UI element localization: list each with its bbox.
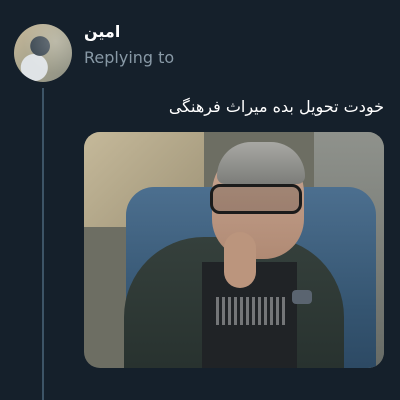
glasses <box>210 184 302 214</box>
hair <box>217 142 305 184</box>
thread-connector-line <box>42 88 44 400</box>
wrist-watch <box>292 290 312 304</box>
tweet-text: خودت تحویل بده میراث فرهنگی <box>168 97 384 116</box>
avatar[interactable] <box>14 24 72 82</box>
shirt-print <box>216 297 286 325</box>
replying-to-label: Replying to <box>84 48 175 67</box>
tweet-media-image[interactable] <box>84 132 384 368</box>
username[interactable]: امین <box>84 22 120 42</box>
hand <box>224 232 256 288</box>
